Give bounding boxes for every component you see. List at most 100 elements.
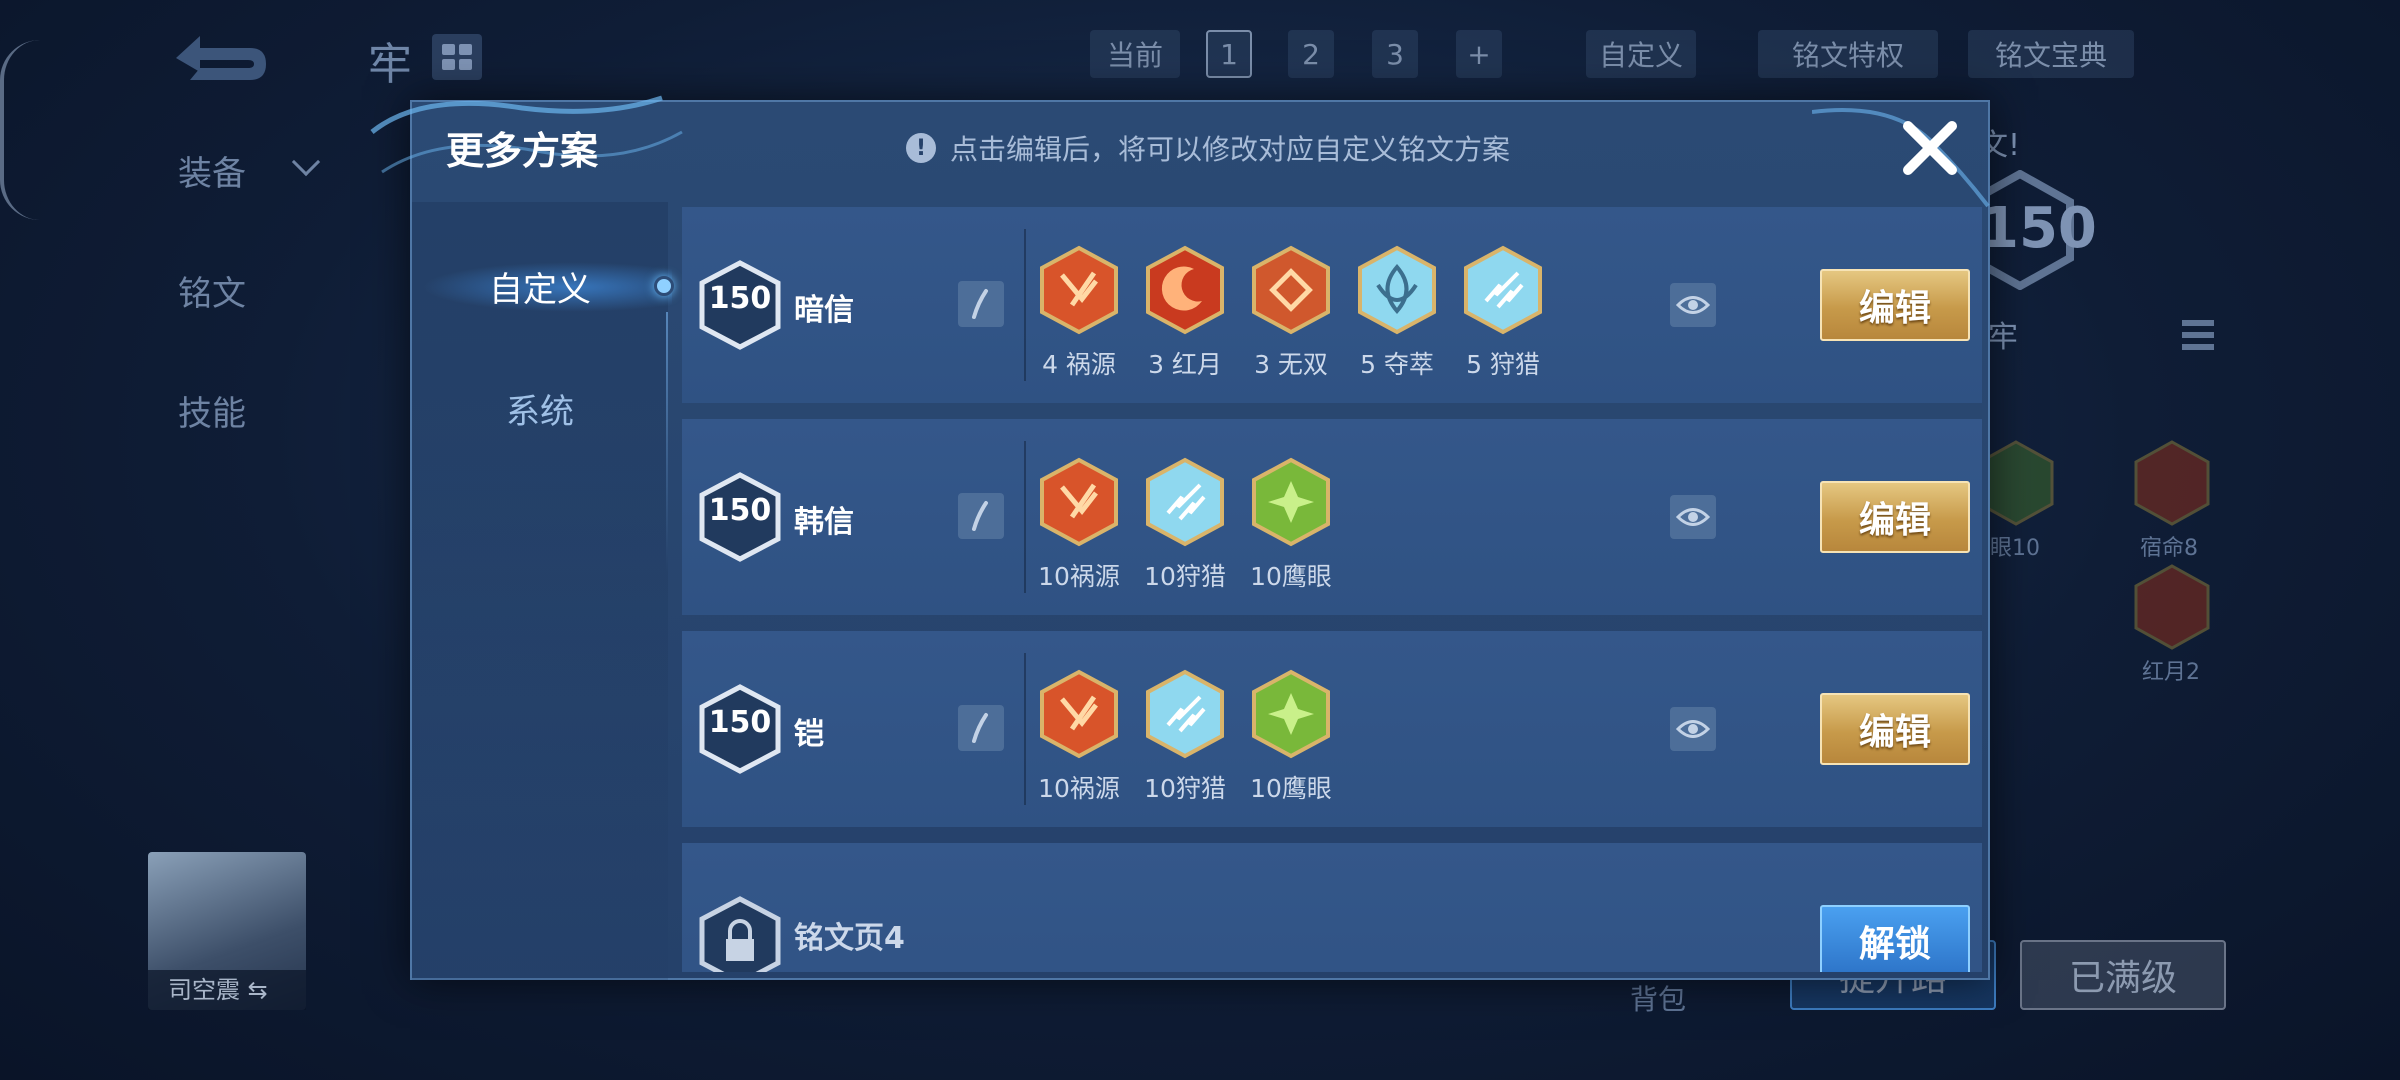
privilege-button[interactable]: 铭文特权 [1758, 30, 1938, 78]
rune-slot[interactable]: 3 红月 [1144, 245, 1226, 381]
plan-list[interactable]: 150 暗信 4 祸源 3 红月 3 无双 5 夺萃 5 狩猎 编辑 150 韩… [682, 207, 1982, 972]
edit-button[interactable]: 编辑 [1820, 693, 1970, 765]
rune-slot[interactable]: 5 夺萃 [1356, 245, 1438, 381]
edge-decoration [0, 40, 40, 220]
dialog-title: 更多方案 [446, 129, 599, 173]
preview-button[interactable] [1670, 283, 1716, 327]
rune-slot[interactable]: 10鹰眼 [1250, 457, 1332, 593]
right-rune-label-3: 红月2 [2142, 660, 2200, 685]
add-page-button[interactable]: + [1456, 30, 1502, 78]
plan-level: 150 [708, 493, 772, 528]
tab-system[interactable]: 系统 [412, 368, 668, 448]
dialog-header: 更多方案 ! 点击编辑后，将可以修改对应自定义铭文方案 [370, 95, 1990, 208]
lock-icon [699, 896, 781, 972]
rename-pen-icon[interactable] [958, 493, 1004, 539]
preview-button[interactable] [1670, 495, 1716, 539]
row-divider [1024, 229, 1026, 381]
eye-icon [1676, 508, 1710, 526]
back-icon[interactable] [170, 28, 270, 86]
rune-label: 3 红月 [1148, 350, 1222, 379]
plan-name: 铠 [794, 717, 824, 752]
rune-slot[interactable]: 10狩猎 [1144, 457, 1226, 593]
unlock-button[interactable]: 解锁 [1820, 905, 1970, 972]
rune-label: 10狩猎 [1144, 774, 1226, 803]
rune-label: 10狩猎 [1144, 562, 1226, 591]
plan-name: 暗信 [794, 293, 854, 328]
right-hero-tag: 牢 [1988, 320, 2018, 355]
red-rune-icon [2134, 564, 2210, 650]
rune-slot[interactable]: 10祸源 [1038, 457, 1120, 593]
hint-text: 点击编辑后，将可以修改对应自定义铭文方案 [950, 133, 1511, 166]
plan-row: 150 暗信 4 祸源 3 红月 3 无双 5 夺萃 5 狩猎 编辑 [682, 207, 1982, 403]
info-icon: ! [906, 133, 936, 163]
shoulie-rune-icon [1146, 669, 1224, 759]
duocui-rune-icon [1358, 245, 1436, 335]
rune-list: 10祸源 10狩猎 10鹰眼 [1038, 669, 1332, 805]
rune-slot[interactable]: 3 无双 [1250, 245, 1332, 381]
rune-slot[interactable]: 10祸源 [1038, 669, 1120, 805]
shoulie-rune-icon [1146, 457, 1224, 547]
edit-button[interactable]: 编辑 [1820, 481, 1970, 553]
maxed-button: 已满级 [2020, 940, 2226, 1010]
rune-label: 5 夺萃 [1360, 350, 1434, 379]
eye-icon [1676, 720, 1710, 738]
huoyuan-rune-icon [1040, 669, 1118, 759]
plan-level: 150 [708, 705, 772, 740]
rune-label: 3 无双 [1254, 350, 1328, 379]
huoyuan-rune-icon [1040, 245, 1118, 335]
rename-pen-icon[interactable] [958, 705, 1004, 751]
right-rune-label-1: 眼10 [1990, 536, 2040, 561]
edit-button[interactable]: 编辑 [1820, 269, 1970, 341]
chevron-down-icon [291, 147, 321, 177]
rune-label: 4 祸源 [1042, 350, 1116, 379]
grid-icon[interactable] [432, 34, 482, 80]
current-label: 当前 [1090, 30, 1180, 78]
rune-slot[interactable]: 10狩猎 [1144, 669, 1226, 805]
tab-system-label: 系统 [506, 391, 574, 432]
plan-row: 150 铠 10祸源 10狩猎 10鹰眼 编辑 [682, 631, 1982, 827]
wushuang-rune-icon [1252, 245, 1330, 335]
hero-name[interactable]: 司空震 ⇆ [148, 970, 306, 1010]
tab-custom-label: 自定义 [489, 269, 591, 310]
hongyue-rune-icon [1146, 245, 1224, 335]
side-nav-runes[interactable]: 铭文 [178, 266, 246, 315]
more-plans-dialog: 更多方案 ! 点击编辑后，将可以修改对应自定义铭文方案 自定义 系统 150 暗… [370, 95, 1990, 980]
rune-label: 10祸源 [1038, 562, 1120, 591]
right-rune-label-2: 宿命8 [2140, 536, 2198, 561]
side-nav-equipment[interactable]: 装备 [178, 146, 246, 195]
right-level: 150 [1980, 196, 2097, 261]
dialog-hint: ! 点击编辑后，将可以修改对应自定义铭文方案 [906, 128, 1510, 168]
custom-button[interactable]: 自定义 [1586, 30, 1696, 78]
red-rune-icon [2134, 440, 2210, 526]
bag-label: 背包 [1630, 983, 1687, 1016]
active-dot-icon [654, 276, 674, 296]
plan-name: 韩信 [794, 505, 854, 540]
row-divider [1024, 653, 1026, 805]
preview-button[interactable] [1670, 707, 1716, 751]
eye-icon [1676, 296, 1710, 314]
hero-tag: 牢 [368, 39, 412, 90]
page-tab-2[interactable]: 2 [1288, 30, 1334, 78]
list-icon[interactable] [2180, 318, 2216, 358]
rune-slot[interactable]: 5 狩猎 [1462, 245, 1544, 381]
tab-custom[interactable]: 自定义 [412, 246, 674, 326]
plan-name: 铭文页4 [794, 921, 905, 956]
huoyuan-rune-icon [1040, 457, 1118, 547]
plan-row: 150 韩信 10祸源 10狩猎 10鹰眼 编辑 [682, 419, 1982, 615]
page-tab-3[interactable]: 3 [1372, 30, 1418, 78]
page-tab-1[interactable]: 1 [1206, 30, 1252, 78]
shoulie-rune-icon [1464, 245, 1542, 335]
rename-pen-icon[interactable] [958, 281, 1004, 327]
side-nav-skills[interactable]: 技能 [178, 386, 246, 435]
codex-button[interactable]: 铭文宝典 [1968, 30, 2134, 78]
yingyan-rune-icon [1252, 669, 1330, 759]
rune-slot[interactable]: 10鹰眼 [1250, 669, 1332, 805]
plan-type-sidebar: 自定义 系统 [412, 202, 674, 980]
rune-label: 10鹰眼 [1250, 774, 1332, 803]
rune-label: 10鹰眼 [1250, 562, 1332, 591]
plan-level: 150 [708, 281, 772, 316]
close-icon[interactable] [1898, 116, 1962, 180]
rune-slot[interactable]: 4 祸源 [1038, 245, 1120, 381]
yingyan-rune-icon [1252, 457, 1330, 547]
row-divider [1024, 441, 1026, 593]
